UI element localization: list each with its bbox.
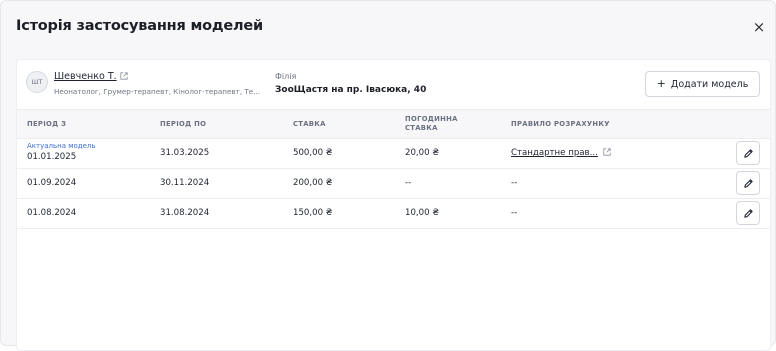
calc-rule-link[interactable]: Стандартне прав... (511, 148, 611, 158)
calc-rule-text: Стандартне прав... (511, 148, 598, 158)
add-model-label: Додати модель (670, 79, 749, 90)
header-hourly-rate-line1: ПОГОДИННА (405, 115, 458, 123)
header-period-from: ПЕРІОД З (27, 120, 67, 128)
table-row: 01.09.2024 30.11.2024 200,00 ₴ -- -- (17, 169, 770, 199)
table-row: Актуальна модель 01.01.2025 31.03.2025 5… (17, 139, 770, 169)
header-period-to: ПЕРІОД ПО (160, 120, 207, 128)
header-hourly-rate-line2: СТАВКА (405, 124, 438, 132)
edit-button[interactable] (736, 141, 760, 165)
cell-hourly-rate: 10,00 ₴ (405, 208, 439, 218)
cell-period-to: 31.03.2025 (160, 148, 210, 158)
cell-calc-rule: -- (511, 208, 518, 218)
cell-rate: 200,00 ₴ (293, 178, 333, 188)
employee-roles: Неонатолог, Грумер-терапевт, Кінолог-тер… (54, 87, 261, 96)
employee-info-row: ШТ Шевченко Т. Неонатолог, Грумер-терапе… (17, 60, 770, 110)
employee-name-link[interactable]: Шевченко Т. (54, 71, 128, 82)
cell-calc-rule: -- (511, 178, 518, 188)
cell-rate: 500,00 ₴ (293, 148, 333, 158)
branch-value: ЗооЩастя на пр. Івасюка, 40 (275, 85, 427, 95)
cell-hourly-rate: -- (405, 178, 412, 188)
current-model-tag: Актуальна модель (27, 142, 96, 150)
model-history-modal: Історія застосування моделей × ШТ Шевчен… (0, 0, 776, 351)
header-calc-rule: ПРАВИЛО РОЗРАХУНКУ (511, 120, 610, 128)
pencil-icon (744, 149, 753, 158)
cell-period-from: 01.08.2024 (27, 208, 77, 218)
edit-button[interactable] (736, 171, 760, 195)
plus-icon: + (656, 77, 666, 90)
cell-period-to: 30.11.2024 (160, 178, 210, 188)
avatar: ШТ (26, 71, 48, 93)
cell-period-from: 01.01.2025 (27, 152, 77, 162)
header-rate: СТАВКА (293, 120, 326, 128)
add-model-button[interactable]: + Додати модель (645, 71, 760, 97)
cell-period-from: 01.09.2024 (27, 178, 77, 188)
employee-name: Шевченко Т. (54, 71, 117, 82)
cell-hourly-rate: 20,00 ₴ (405, 148, 439, 158)
modal-title: Історія застосування моделей (16, 18, 264, 34)
cell-rate: 150,00 ₴ (293, 208, 333, 218)
close-icon[interactable]: × (752, 20, 766, 35)
table-header: ПЕРІОД З ПЕРІОД ПО СТАВКА ПОГОДИННА СТАВ… (17, 110, 770, 139)
branch-label: Філія (275, 72, 297, 81)
header-hourly-rate: ПОГОДИННА СТАВКА (405, 115, 458, 133)
edit-button[interactable] (736, 201, 760, 225)
table-row: 01.08.2024 31.08.2024 150,00 ₴ 10,00 ₴ -… (17, 199, 770, 229)
pencil-icon (744, 209, 753, 218)
external-link-icon (120, 72, 128, 80)
cell-period-to: 31.08.2024 (160, 208, 210, 218)
modal-header: Історія застосування моделей × (1, 1, 775, 51)
history-card: ШТ Шевченко Т. Неонатолог, Грумер-терапе… (16, 59, 771, 351)
external-link-icon (603, 148, 611, 156)
pencil-icon (744, 179, 753, 188)
